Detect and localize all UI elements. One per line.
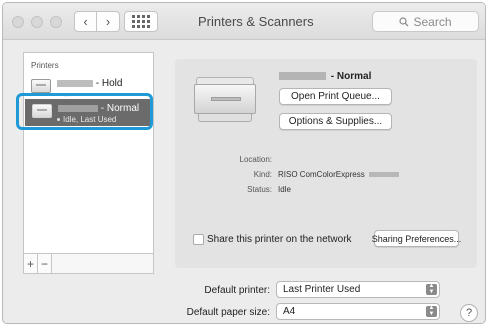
default-printer-label: Default printer: bbox=[204, 285, 270, 296]
search-field[interactable]: Search bbox=[372, 11, 479, 32]
redacted-name bbox=[57, 79, 93, 87]
default-paper-size-label: Default paper size: bbox=[186, 307, 270, 318]
kind-value: RISO ComColorExpress bbox=[278, 170, 399, 179]
printer-detail-name-suffix: - Normal bbox=[330, 71, 372, 82]
printer-list-header: Printers bbox=[31, 61, 59, 70]
title-bar: ‹ › Printers & Scanners Search bbox=[3, 3, 485, 40]
options-supplies-button[interactable]: Options & Supplies... bbox=[279, 113, 392, 130]
add-remove-bar: + − bbox=[23, 253, 154, 274]
status-label: Status: bbox=[247, 185, 272, 194]
back-button[interactable]: ‹ bbox=[74, 11, 97, 32]
window-title: Printers & Scanners bbox=[198, 14, 314, 29]
redacted-name bbox=[279, 72, 326, 81]
printer-details-panel: - Normal Open Print Queue... Options & S… bbox=[175, 59, 477, 268]
printer-detail-name: - Normal bbox=[279, 71, 371, 82]
minimize-window-button[interactable] bbox=[31, 16, 43, 28]
kind-text: RISO ComColorExpress bbox=[278, 170, 365, 179]
open-print-queue-button[interactable]: Open Print Queue... bbox=[279, 88, 392, 105]
show-all-button[interactable] bbox=[124, 11, 158, 32]
printer-name-suffix: - Hold bbox=[95, 78, 123, 89]
grid-icon bbox=[132, 15, 150, 28]
forward-button[interactable]: › bbox=[97, 11, 120, 32]
redacted-model bbox=[368, 172, 399, 178]
default-paper-size-value: A4 bbox=[283, 306, 296, 317]
location-label: Location: bbox=[239, 155, 272, 164]
printer-icon bbox=[31, 79, 51, 93]
add-printer-button[interactable]: + bbox=[24, 254, 38, 273]
help-icon: ? bbox=[465, 307, 473, 319]
zoom-window-button[interactable] bbox=[50, 16, 62, 28]
help-button[interactable]: ? bbox=[460, 304, 478, 322]
kind-label: Kind: bbox=[253, 170, 272, 179]
share-printer-checkbox[interactable] bbox=[193, 234, 204, 245]
default-printer-popup[interactable]: Last Printer Used ▲ ▼ bbox=[276, 281, 440, 298]
default-printer-value: Last Printer Used bbox=[283, 284, 361, 295]
selection-highlight-ring bbox=[16, 93, 153, 130]
search-placeholder: Search bbox=[413, 14, 452, 29]
navigation-buttons: ‹ › bbox=[74, 11, 120, 32]
printer-name: - Hold bbox=[57, 78, 122, 89]
popup-arrows-icon: ▲ ▼ bbox=[426, 283, 437, 295]
status-value: Idle bbox=[278, 185, 291, 194]
printers-scanners-window: ‹ › Printers & Scanners Search Printers bbox=[2, 2, 486, 324]
default-paper-size-popup[interactable]: A4 ▲ ▼ bbox=[276, 303, 440, 320]
sharing-preferences-button[interactable]: Sharing Preferences... bbox=[372, 230, 461, 247]
remove-printer-button[interactable]: − bbox=[38, 254, 52, 273]
printer-list: Printers - Hold ·· - Normal Idle, Last U… bbox=[23, 52, 154, 274]
close-window-button[interactable] bbox=[12, 16, 24, 28]
share-printer-label[interactable]: Share this printer on the network bbox=[207, 234, 352, 245]
printer-icon bbox=[194, 77, 256, 123]
popup-arrows-icon: ▲ ▼ bbox=[426, 305, 437, 317]
search-icon bbox=[399, 16, 409, 26]
